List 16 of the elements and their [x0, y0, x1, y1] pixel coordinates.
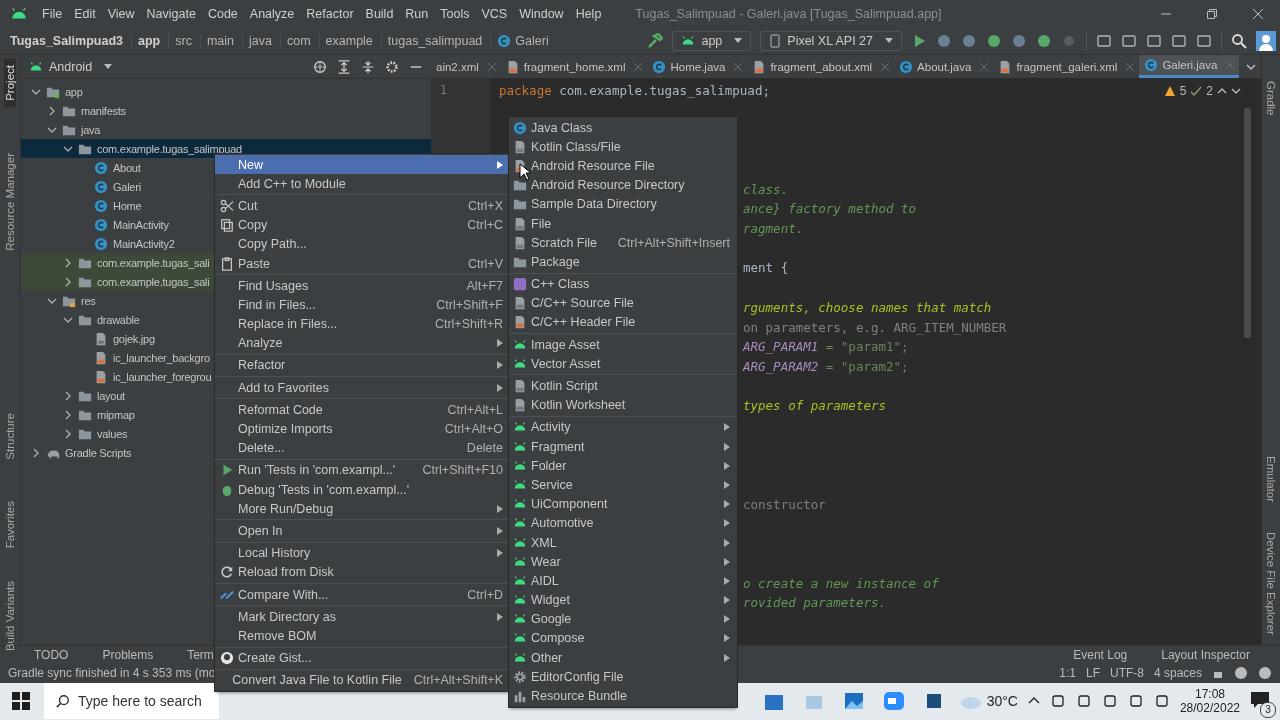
window-title: Tugas_Salimpuad - Galeri.java [Tugas_Salimpuad.app] — [635, 6, 943, 21]
code-line: constructor — [743, 495, 826, 514]
code-line: types of parameters — [743, 397, 886, 416]
code-line: ance} factory method to — [743, 200, 917, 219]
notification-badge: 3 — [1260, 701, 1276, 718]
line-number: 1 — [439, 82, 448, 100]
code-line: ARG_PARAM2 = "param2"; — [743, 357, 909, 376]
code-line: package com.example.tugas_salimpuad; — [499, 82, 770, 101]
code-line: class. — [743, 180, 789, 199]
code-line: ARG_PARAM1 = "param1"; — [743, 338, 909, 357]
code-line: on parameters, e.g. ARG_ITEM_NUMBER — [743, 318, 1007, 337]
code-line: ragment. — [743, 220, 804, 239]
code-line: ment { — [743, 259, 789, 278]
code-line: rovided parameters. — [743, 594, 886, 613]
code-line: rguments, choose names that match — [743, 298, 992, 317]
code-line: o create a new instance of — [743, 574, 939, 593]
